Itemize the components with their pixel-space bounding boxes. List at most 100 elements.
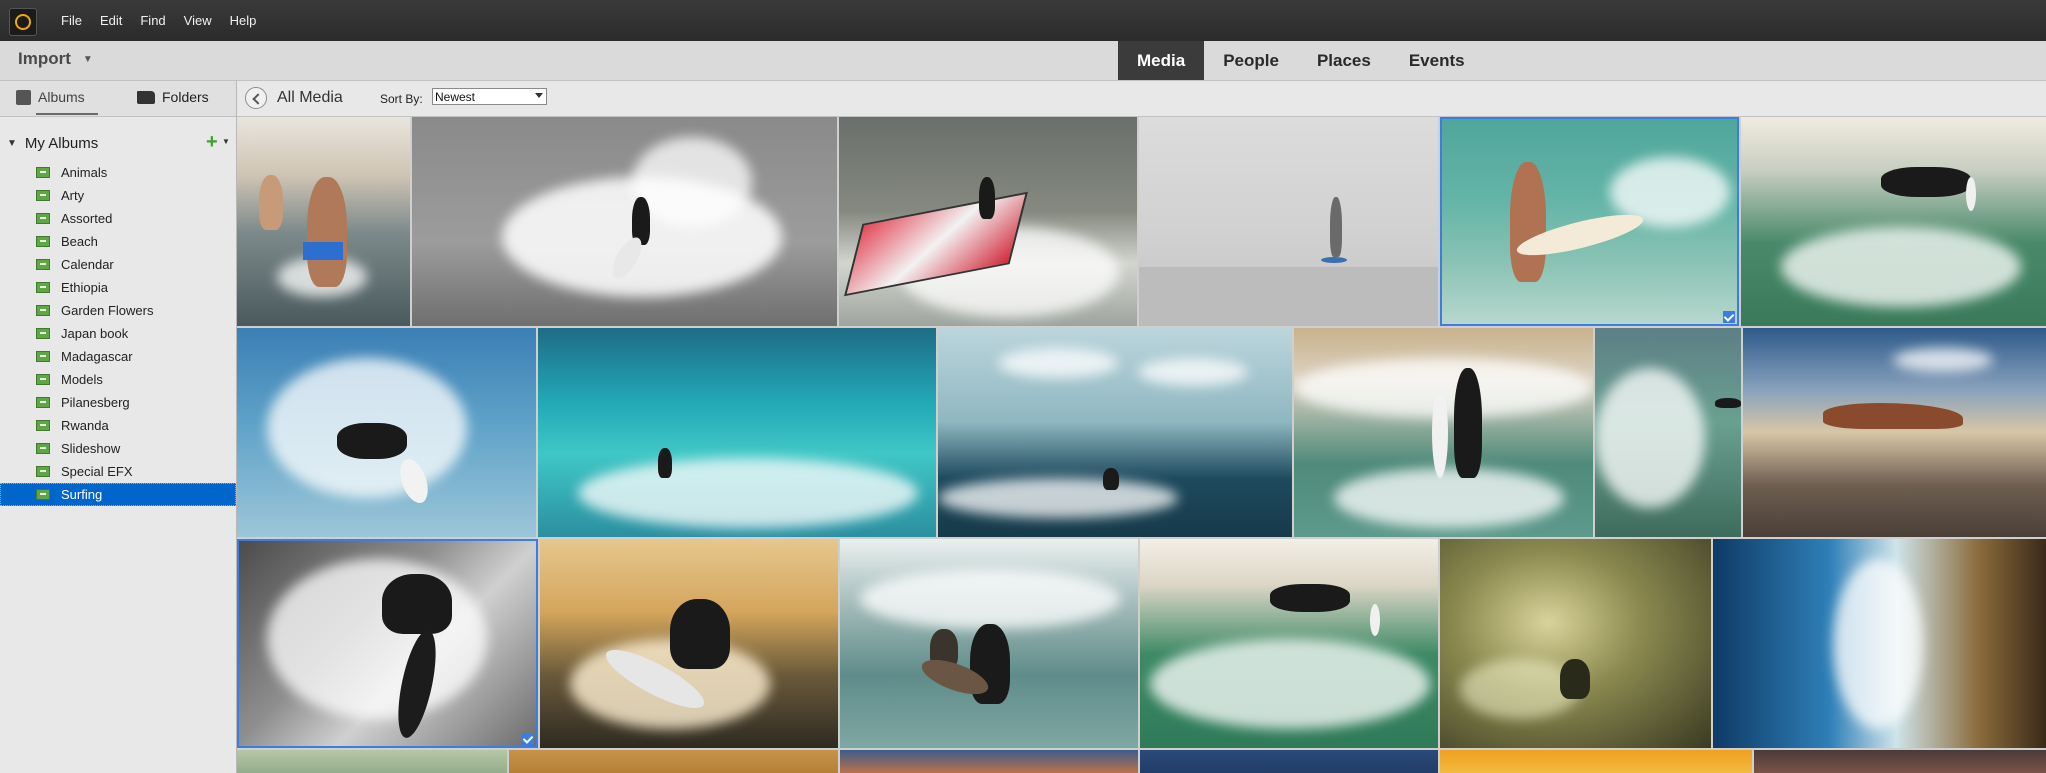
tab-places[interactable]: Places — [1298, 41, 1390, 80]
photo-thumbnail[interactable] — [538, 328, 936, 537]
sidebar-item-surfing[interactable]: Surfing — [0, 483, 236, 506]
album-label: Pilanesberg — [61, 395, 130, 410]
menu-file[interactable]: File — [52, 13, 91, 28]
album-icon — [36, 443, 50, 454]
sidebar: Albums Folders ▼ My Albums + ▼ Animals A… — [0, 81, 237, 773]
add-album-button[interactable]: + ▼ — [206, 131, 230, 153]
album-icon — [36, 213, 50, 224]
tab-albums[interactable]: Albums — [16, 89, 98, 115]
photo-thumbnail[interactable] — [509, 750, 838, 773]
photo-thumbnail[interactable] — [237, 750, 507, 773]
photo-thumbnail[interactable] — [1294, 328, 1593, 537]
photo-thumbnail[interactable] — [1595, 328, 1741, 537]
album-icon — [36, 190, 50, 201]
sidebar-item-japan-book[interactable]: Japan book — [0, 322, 236, 345]
my-albums-title: My Albums — [24, 134, 99, 152]
sidebar-item-special-efx[interactable]: Special EFX — [0, 460, 236, 483]
sidebar-item-assorted[interactable]: Assorted — [0, 207, 236, 230]
album-list: Animals Arty Assorted Beach Calendar Eth… — [0, 161, 236, 506]
photo-thumbnail[interactable] — [540, 539, 838, 748]
photo-thumbnail[interactable] — [237, 328, 536, 537]
sidebar-item-garden-flowers[interactable]: Garden Flowers — [0, 299, 236, 322]
album-label: Slideshow — [61, 441, 121, 456]
photo-thumbnail[interactable] — [1713, 539, 2046, 748]
album-icon — [36, 305, 50, 316]
plus-icon: + — [206, 131, 218, 153]
sort-by-select[interactable]: Newest — [432, 88, 547, 105]
album-book-icon — [16, 89, 31, 105]
album-icon — [36, 282, 50, 293]
tab-albums-label: Albums — [38, 89, 85, 105]
album-label: Rwanda — [61, 418, 109, 433]
sidebar-item-ethiopia[interactable]: Ethiopia — [0, 276, 236, 299]
photo-thumbnail[interactable] — [1743, 328, 2046, 537]
album-label: Japan book — [61, 326, 129, 341]
menu-find[interactable]: Find — [131, 13, 174, 28]
photo-thumbnail[interactable] — [938, 328, 1292, 537]
tab-media[interactable]: Media — [1118, 41, 1205, 80]
checkmark-icon — [522, 733, 534, 745]
album-icon — [36, 259, 50, 270]
photo-thumbnail[interactable] — [1140, 539, 1438, 748]
photo-thumbnail[interactable] — [1440, 750, 1752, 773]
sidebar-item-beach[interactable]: Beach — [0, 230, 236, 253]
photo-thumbnail[interactable] — [237, 117, 410, 326]
tab-folders-label: Folders — [162, 89, 209, 105]
photo-thumbnail-selected[interactable] — [237, 539, 538, 748]
chevron-down-icon: ▼ — [222, 137, 230, 146]
photo-thumbnail[interactable] — [840, 750, 1138, 773]
breadcrumb[interactable]: All Media — [277, 89, 343, 107]
menu-view[interactable]: View — [175, 13, 221, 28]
album-icon — [36, 236, 50, 247]
photo-thumbnail[interactable] — [1140, 750, 1438, 773]
tab-events[interactable]: Events — [1390, 41, 1484, 80]
photo-thumbnail[interactable] — [1440, 539, 1711, 748]
sidebar-item-models[interactable]: Models — [0, 368, 236, 391]
album-label: Models — [61, 372, 103, 387]
photo-thumbnail[interactable] — [412, 117, 837, 326]
top-bar: Import ▼ Media People Places Events — [0, 41, 2046, 81]
sidebar-item-animals[interactable]: Animals — [0, 161, 236, 184]
album-label: Beach — [61, 234, 98, 249]
photo-thumbnail[interactable] — [1754, 750, 2046, 773]
photo-thumbnail[interactable] — [1741, 117, 2046, 326]
photo-thumbnail-selected[interactable] — [1440, 117, 1739, 326]
photo-thumbnail[interactable] — [1139, 117, 1438, 326]
chevron-down-icon — [535, 93, 543, 98]
my-albums-header[interactable]: ▼ My Albums — [0, 133, 236, 153]
album-label: Animals — [61, 165, 108, 180]
sidebar-item-arty[interactable]: Arty — [0, 184, 236, 207]
album-icon — [36, 328, 50, 339]
import-label: Import — [18, 49, 71, 68]
expand-triangle-icon[interactable]: ▼ — [7, 138, 17, 149]
import-button[interactable]: Import ▼ — [18, 49, 93, 69]
sidebar-tabs: Albums Folders — [0, 81, 236, 117]
sidebar-item-calendar[interactable]: Calendar — [0, 253, 236, 276]
folder-icon — [137, 90, 155, 104]
sidebar-item-rwanda[interactable]: Rwanda — [0, 414, 236, 437]
tab-folders[interactable]: Folders — [137, 89, 209, 105]
sidebar-item-slideshow[interactable]: Slideshow — [0, 437, 236, 460]
media-grid — [237, 117, 2046, 773]
checkmark-icon — [1723, 311, 1735, 323]
album-icon — [36, 397, 50, 408]
tab-people[interactable]: People — [1204, 41, 1298, 80]
menu-help[interactable]: Help — [221, 13, 266, 28]
album-label: Ethiopia — [61, 280, 108, 295]
app-logo-icon — [9, 8, 37, 36]
menu-edit[interactable]: Edit — [91, 13, 131, 28]
album-label: Surfing — [61, 487, 103, 502]
photo-thumbnail[interactable] — [839, 117, 1137, 326]
album-icon — [36, 466, 50, 477]
album-label: Assorted — [61, 211, 113, 226]
sidebar-item-madagascar[interactable]: Madagascar — [0, 345, 236, 368]
back-button[interactable] — [245, 87, 267, 109]
chevron-down-icon: ▼ — [82, 53, 93, 65]
album-icon — [36, 167, 50, 178]
sidebar-item-pilanesberg[interactable]: Pilanesberg — [0, 391, 236, 414]
album-icon — [36, 374, 50, 385]
sort-by-value: Newest — [435, 90, 476, 104]
menu-list: File Edit Find View Help — [52, 0, 265, 41]
view-tabs: Media People Places Events — [1118, 41, 1484, 80]
photo-thumbnail[interactable] — [840, 539, 1138, 748]
